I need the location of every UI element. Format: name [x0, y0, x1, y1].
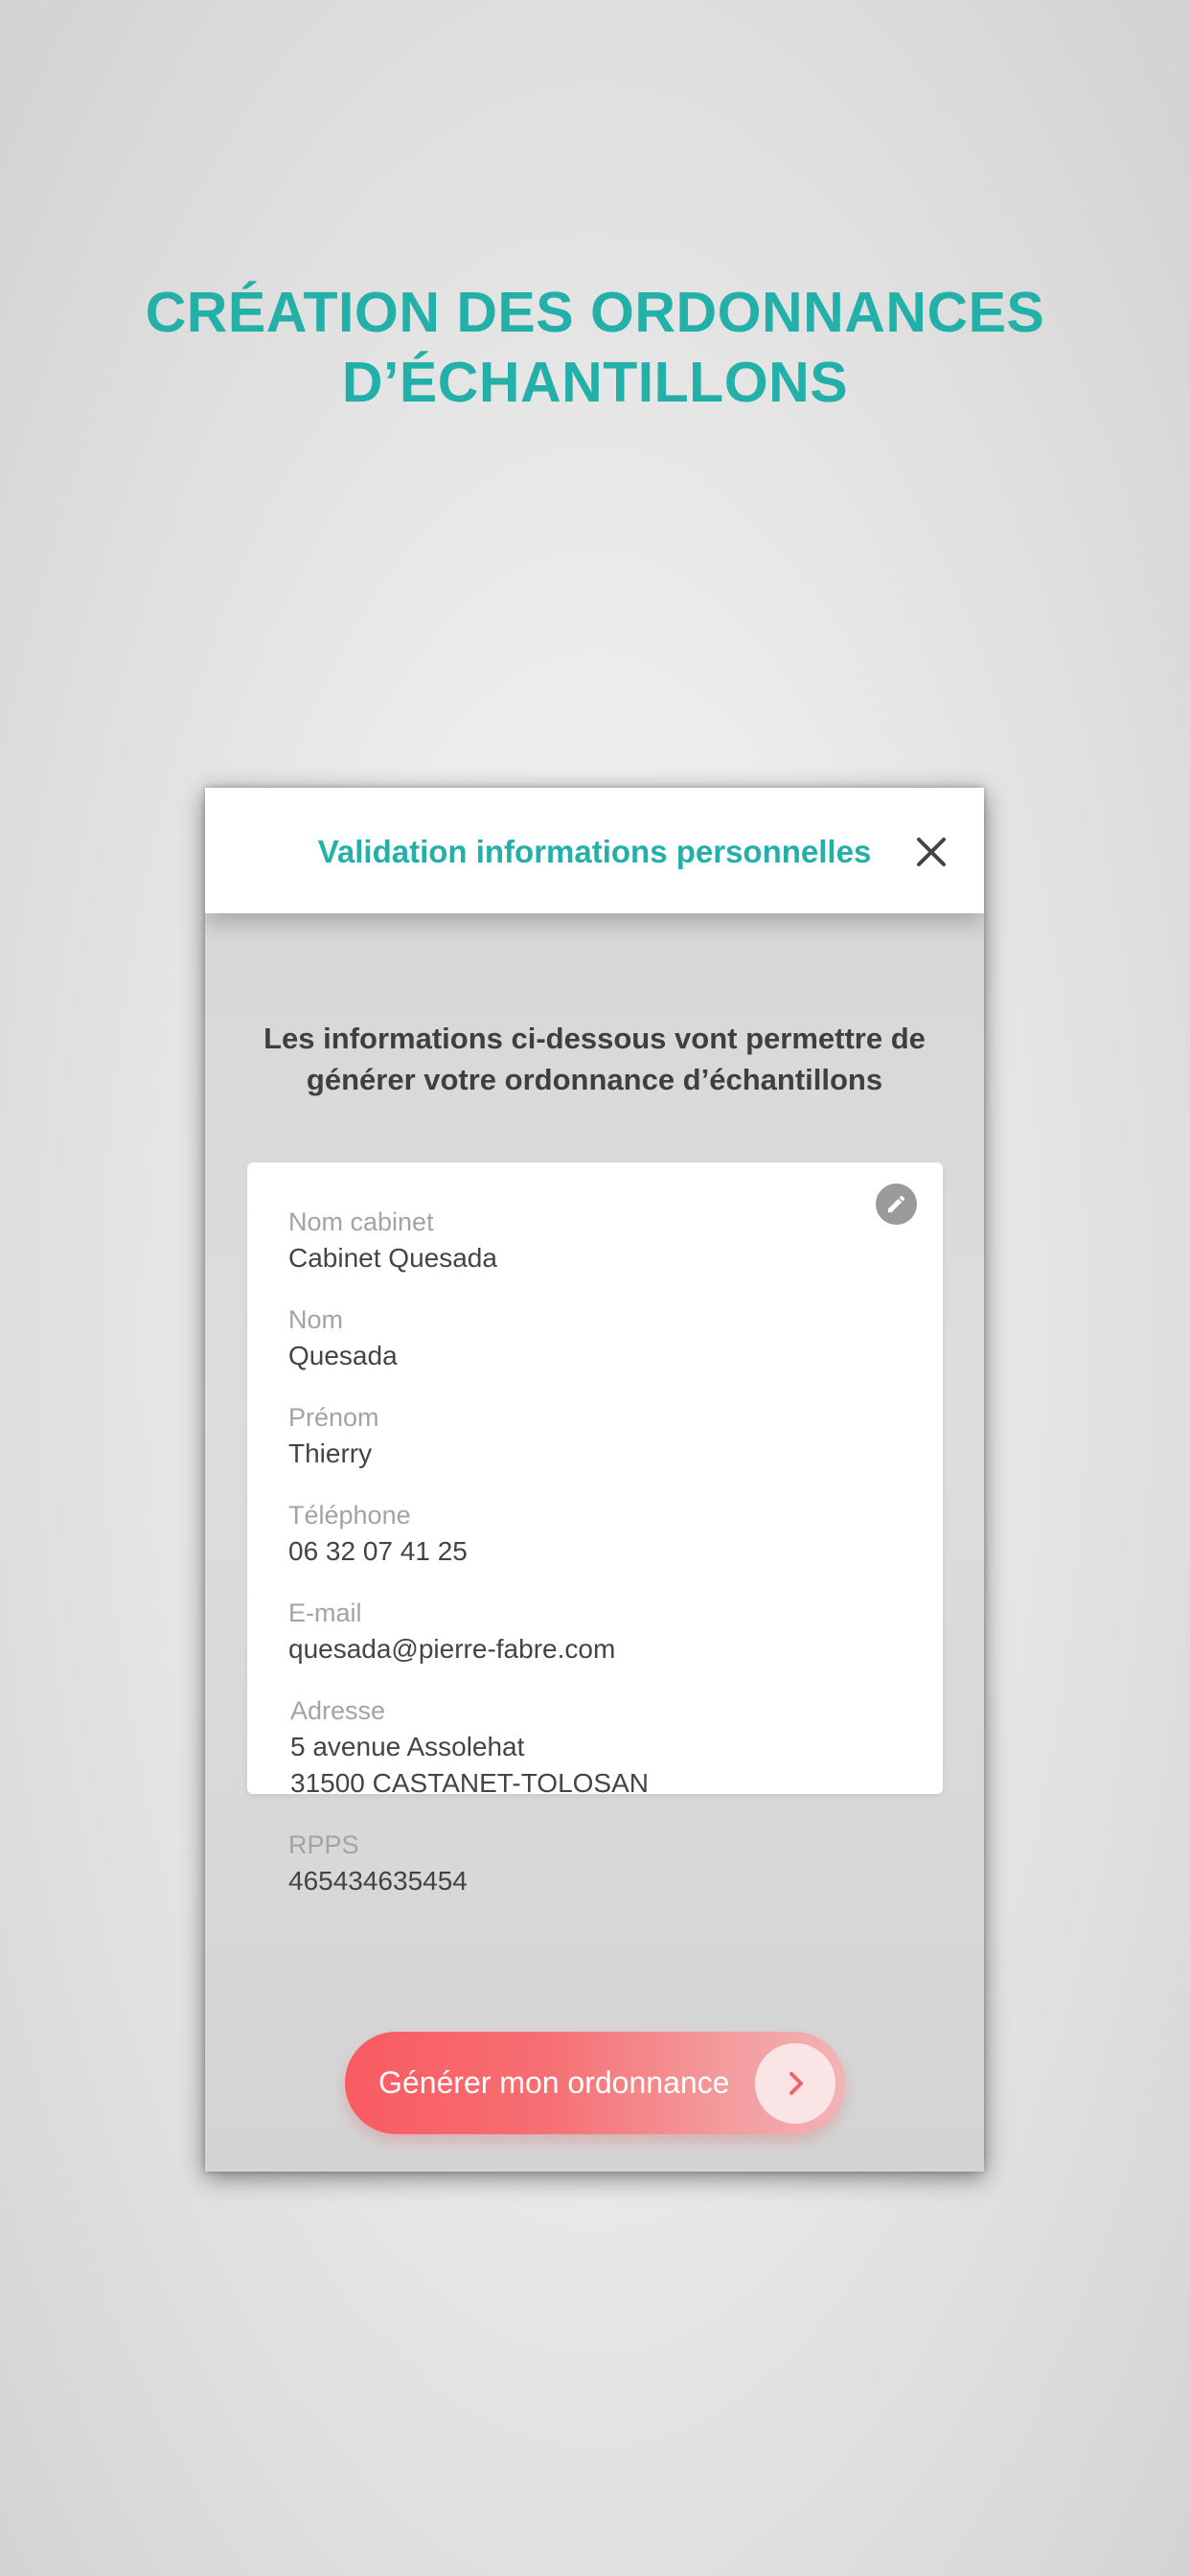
phone-screen: Validation informations personnelles Les…	[205, 788, 984, 2172]
close-button[interactable]	[907, 828, 955, 876]
modal-header: Validation informations personnelles	[205, 788, 984, 913]
field-value: Thierry	[288, 1438, 373, 1468]
field-nom-cabinet: Nom cabinet Cabinet Quesada	[288, 1205, 497, 1277]
intro-line-2: générer votre ordonnance d’échantillons	[306, 1063, 883, 1096]
field-label: Nom	[288, 1305, 344, 1334]
field-label: Téléphone	[288, 1501, 411, 1530]
intro-line-1: Les informations ci-dessous vont permett…	[263, 1022, 926, 1055]
field-label: Adresse	[290, 1696, 386, 1725]
field-value: 06 32 07 41 25	[288, 1536, 468, 1566]
field-value: Cabinet Quesada	[288, 1243, 497, 1273]
intro-text: Les informations ci-dessous vont permett…	[243, 1018, 946, 1100]
headline-line-1: CRÉATION DES ORDONNANCES	[145, 281, 1045, 344]
field-label: E-mail	[288, 1598, 362, 1627]
field-telephone: Téléphone 06 32 07 41 25	[288, 1498, 468, 1571]
cta-arrow-circle	[755, 2043, 835, 2124]
field-nom: Nom Quesada	[288, 1302, 398, 1375]
headline-line-2: D’ÉCHANTILLONS	[341, 351, 849, 414]
personal-info-card: Nom cabinet Cabinet Quesada Nom Quesada …	[247, 1162, 943, 1896]
edit-button[interactable]	[876, 1184, 917, 1225]
generate-prescription-button[interactable]: Générer mon ordonnance	[345, 2032, 845, 2134]
field-rpps: RPPS 465434635454	[288, 1828, 468, 1900]
pencil-icon	[887, 1195, 905, 1213]
field-value: Quesada	[288, 1341, 398, 1370]
field-value: 5 avenue Assolehat	[290, 1732, 525, 1761]
field-value-line-2: 31500 CASTANET-TOLOSAN	[290, 1768, 649, 1798]
field-label: Nom cabinet	[288, 1208, 434, 1236]
chevron-right-icon	[790, 2072, 803, 2095]
modal-title: Validation informations personnelles	[317, 834, 872, 869]
field-adresse: Adresse 5 avenue Assolehat 31500 CASTANE…	[290, 1693, 649, 1803]
field-label: Prénom	[288, 1403, 379, 1432]
close-icon	[917, 838, 946, 866]
field-prenom: Prénom Thierry	[288, 1400, 379, 1473]
field-label: RPPS	[288, 1830, 359, 1859]
page-headline: CRÉATION DES ORDONNANCES D’ÉCHANTILLONS	[0, 278, 1190, 418]
field-value: 465434635454	[288, 1866, 468, 1896]
field-value: quesada@pierre-fabre.com	[288, 1634, 616, 1664]
field-email: E-mail quesada@pierre-fabre.com	[288, 1596, 615, 1668]
generate-prescription-label: Générer mon ordonnance	[378, 2065, 730, 2100]
